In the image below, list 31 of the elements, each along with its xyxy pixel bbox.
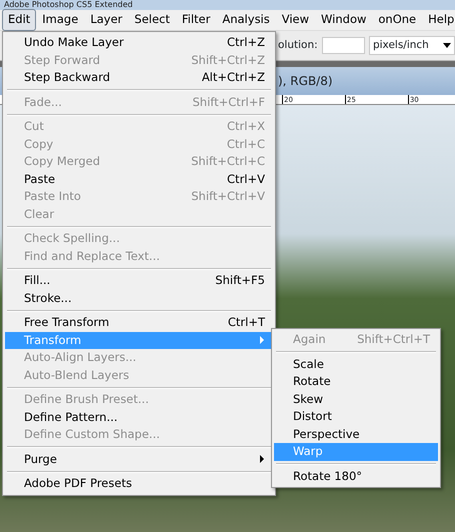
menu-bar-item[interactable]: Layer [84,9,128,31]
menu-item[interactable]: Skew [274,390,438,408]
menu-bar-item[interactable]: Select [128,9,176,31]
menu-item[interactable]: Fill... Shift+F5 [5,272,273,290]
menu-item[interactable]: Free Transform Ctrl+T [5,314,273,332]
menu-item[interactable]: Step Backward Alt+Ctrl+Z [5,69,273,86]
menu-bar-item[interactable]: Analysis [216,9,276,31]
menu-bar-item[interactable]: Window [315,9,372,31]
menu-item[interactable]: Rotate 180° [274,468,438,485]
menu-item[interactable]: Adobe PDF Presets [5,475,273,492]
resolution-field[interactable] [322,37,365,54]
menu-bar-item[interactable]: View [276,9,316,31]
menu-item[interactable]: Paste Ctrl+V [5,170,273,188]
units-dropdown[interactable]: pixels/inch [368,36,455,55]
menu-item[interactable]: Rotate [274,373,438,390]
menu-item[interactable]: Stroke... [5,290,273,307]
menu-bar-item[interactable]: onOne [372,9,422,31]
menu-item[interactable]: Define Pattern... [5,408,273,426]
menu-item[interactable]: Scale [274,356,438,373]
menu-bar-item[interactable]: Help [422,9,455,31]
menu-item[interactable]: Undo Make Layer Ctrl+Z [5,34,273,52]
resolution-label: olution: [278,38,318,53]
menu-item[interactable]: Purge [5,450,273,468]
document-title: ), RGB/8) [278,73,333,90]
menu-bar-item[interactable]: Edit [2,9,36,31]
menu-bar-item[interactable]: Filter [176,9,216,31]
window-title: Adobe Photoshop CS5 Extended [0,0,455,10]
dropdown-arrow-icon [443,43,451,48]
menu-item[interactable]: Perspective [274,426,438,443]
menu-item[interactable]: Distort [274,408,438,426]
menu-bar-item[interactable]: Image [36,9,84,31]
